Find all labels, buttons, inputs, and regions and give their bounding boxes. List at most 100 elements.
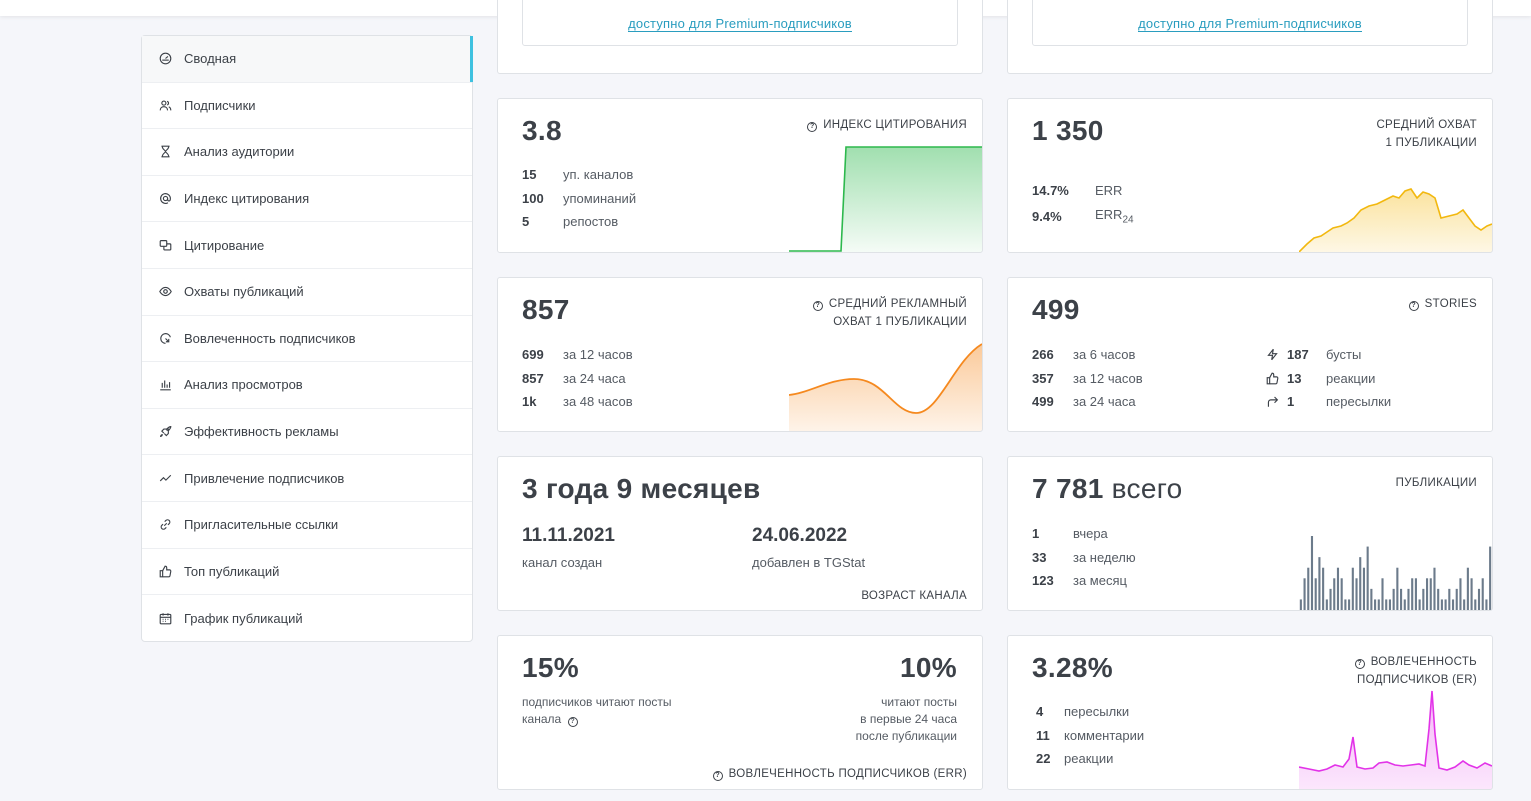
publications-bar [1429,578,1432,610]
citation-stats: 15 уп. каналов 100 упоминаний 5 репостов [522,163,636,234]
err-right-value: 10% [900,652,957,683]
publications-value: 7 781 всего [1032,473,1183,504]
help-icon[interactable]: ? [807,122,818,132]
sidebar-item-label: Подписчики [184,97,256,113]
publications-bar [1400,588,1403,610]
created-date: 11.11.2021 [522,525,615,546]
sidebar-item-label: Охваты публикаций [184,284,304,300]
premium-card-left: доступно для Premium-подписчиков [497,0,983,74]
help-icon[interactable]: ? [567,717,578,727]
publications-bar [1348,599,1351,610]
publications-bar [1325,599,1328,610]
premium-link[interactable]: доступно для Premium-подписчиков [1138,16,1362,32]
publications-bar [1418,599,1421,610]
sidebar-menu: Сводная Подписчики Анализ аудитории Инде… [141,35,473,642]
publications-bar [1377,599,1380,610]
err-label[interactable]: ? ВОВЛЕЧЕННОСТЬ ПОДПИСЧИКОВ (ERR) [712,768,967,781]
publications-bar [1318,557,1321,610]
publications-bar [1451,599,1455,610]
publications-bar [1470,578,1473,610]
reach-stats: 14.7% ERR 9.4% ERR24 [1032,177,1134,229]
sidebar-item-top-posts[interactable]: Топ публикаций [142,549,472,596]
er-card[interactable]: 3.28% ? ВОВЛЕЧЕННОСТЬ ПОДПИСЧИКОВ (ER) 4 пе… [1007,635,1493,790]
ad-reach-sparkline [789,343,982,431]
stat-row: 266 за 6 часов [1032,347,1136,363]
premium-link[interactable]: доступно для Premium-подписчиков [628,16,852,32]
ad-reach-label[interactable]: ? СРЕДНИЙ РЕКЛАМНЫЙ ОХВАТ 1 ПУБЛИКАЦИИ [812,295,967,331]
channel-age-card: 3 года 9 месяцев 11.11.2021 канал создан… [497,456,983,611]
er-sparkline [1299,690,1492,789]
publications-bar [1370,588,1373,610]
publications-bar [1466,567,1469,610]
help-icon[interactable]: ? [1408,301,1419,311]
sidebar-item-audience[interactable]: Анализ аудитории [142,129,472,176]
publications-bar [1351,567,1354,610]
publications-bar [1314,578,1317,610]
publications-bar [1481,578,1484,610]
sidebar-item-citation-index[interactable]: Индекс цитирования [142,176,472,223]
stories-label[interactable]: ? STORIES [1408,295,1477,313]
publications-bar [1333,578,1336,610]
citation-index-value: 3.8 [522,115,562,146]
er-stats: 4 пересылки 11 комментарии 22 реакции [1036,700,1144,771]
thumbs-up-icon [1266,372,1287,385]
users-icon [158,98,172,112]
at-icon [158,192,172,206]
sidebar-item-invite-links[interactable]: Пригласительные ссылки [142,502,472,549]
citation-index-card[interactable]: 3.8 ? ИНДЕКС ЦИТИРОВАНИЯ 15 уп. каналов 10… [497,98,983,253]
stories-card[interactable]: 499 ? STORIES 266 за 6 часов 357 за 12 часо… [1007,277,1493,432]
stories-stats: 266 за 6 часов 357 за 12 часов 499 за 24 ча… [1032,343,1143,414]
sidebar-item-schedule[interactable]: График публикаций [142,595,472,642]
thumbs-up-icon [158,564,172,578]
publications-bar [1437,588,1440,610]
sidebar-item-summary[interactable]: Сводная [142,36,473,83]
publications-bar [1485,599,1488,610]
help-icon[interactable]: ? [1354,659,1365,669]
reach-sparkline [1299,188,1492,252]
ad-reach-card[interactable]: 857 ? СРЕДНИЙ РЕКЛАМНЫЙ ОХВАТ 1 ПУБЛИКАЦИИ… [497,277,983,432]
sidebar-item-label: Индекс цитирования [184,191,310,207]
stat-row: 857 за 24 часа [522,370,626,386]
sidebar-item-ads[interactable]: Эффективность рекламы [142,409,472,456]
help-icon[interactable]: ? [812,301,823,311]
dashboard-icon [158,52,172,66]
citation-index-label[interactable]: ? ИНДЕКС ЦИТИРОВАНИЯ [807,116,967,134]
stat-row: 187 бусты [1266,343,1391,367]
sidebar-item-reach[interactable]: Охваты публикаций [142,269,472,316]
sidebar-item-subscribers[interactable]: Подписчики [142,83,472,130]
average-reach-card[interactable]: 1 350 СРЕДНИЙ ОХВАТ 1 ПУБЛИКАЦИИ 14.7% ERR… [1007,98,1493,253]
publications-bar [1340,578,1343,610]
publications-bar [1403,599,1406,610]
sidebar-item-views[interactable]: Анализ просмотров [142,362,472,409]
publications-bar [1366,546,1369,610]
quote-icon [158,238,172,252]
er-value: 3.28% [1032,652,1113,683]
stat-row: 1k за 48 часов [522,394,633,410]
publications-bar [1448,588,1451,610]
publications-bar [1336,567,1340,610]
created-label: канал создан [522,555,603,570]
hourglass-icon [158,145,172,159]
sidebar-item-label: Вовлеченность подписчиков [184,330,356,346]
ad-reach-value: 857 [522,294,570,325]
sidebar-item-label: График публикаций [184,610,303,626]
publications-stats: 1 вчера 33 за неделю 123 за месяц [1032,522,1136,593]
publications-bar [1477,588,1481,610]
sidebar-item-engagement[interactable]: Вовлеченность подписчиков [142,316,472,363]
er-label[interactable]: ? ВОВЛЕЧЕННОСТЬ ПОДПИСЧИКОВ (ER) [1354,653,1477,689]
stat-row: 15 уп. каналов [522,167,634,183]
publications-bar [1407,588,1410,610]
added-label: добавлен в TGStat [752,555,866,570]
sidebar-item-citations[interactable]: Цитирование [142,222,472,269]
publications-bar [1362,567,1366,610]
publications-bar [1433,567,1436,610]
publications-bar-chart [1299,536,1492,610]
publications-card[interactable]: 7 781 всего ПУБЛИКАЦИИ 1 вчера 33 за недел… [1007,456,1493,611]
sidebar-item-label: Сводная [184,51,237,67]
stories-value: 499 [1032,294,1080,325]
err-right-text: читают посты в первые 24 часа после публ… [855,695,957,743]
help-icon[interactable]: ? [712,771,723,781]
publications-bar [1310,536,1314,610]
publications-bar [1392,588,1395,610]
sidebar-item-growth[interactable]: Привлечение подписчиков [142,455,472,502]
